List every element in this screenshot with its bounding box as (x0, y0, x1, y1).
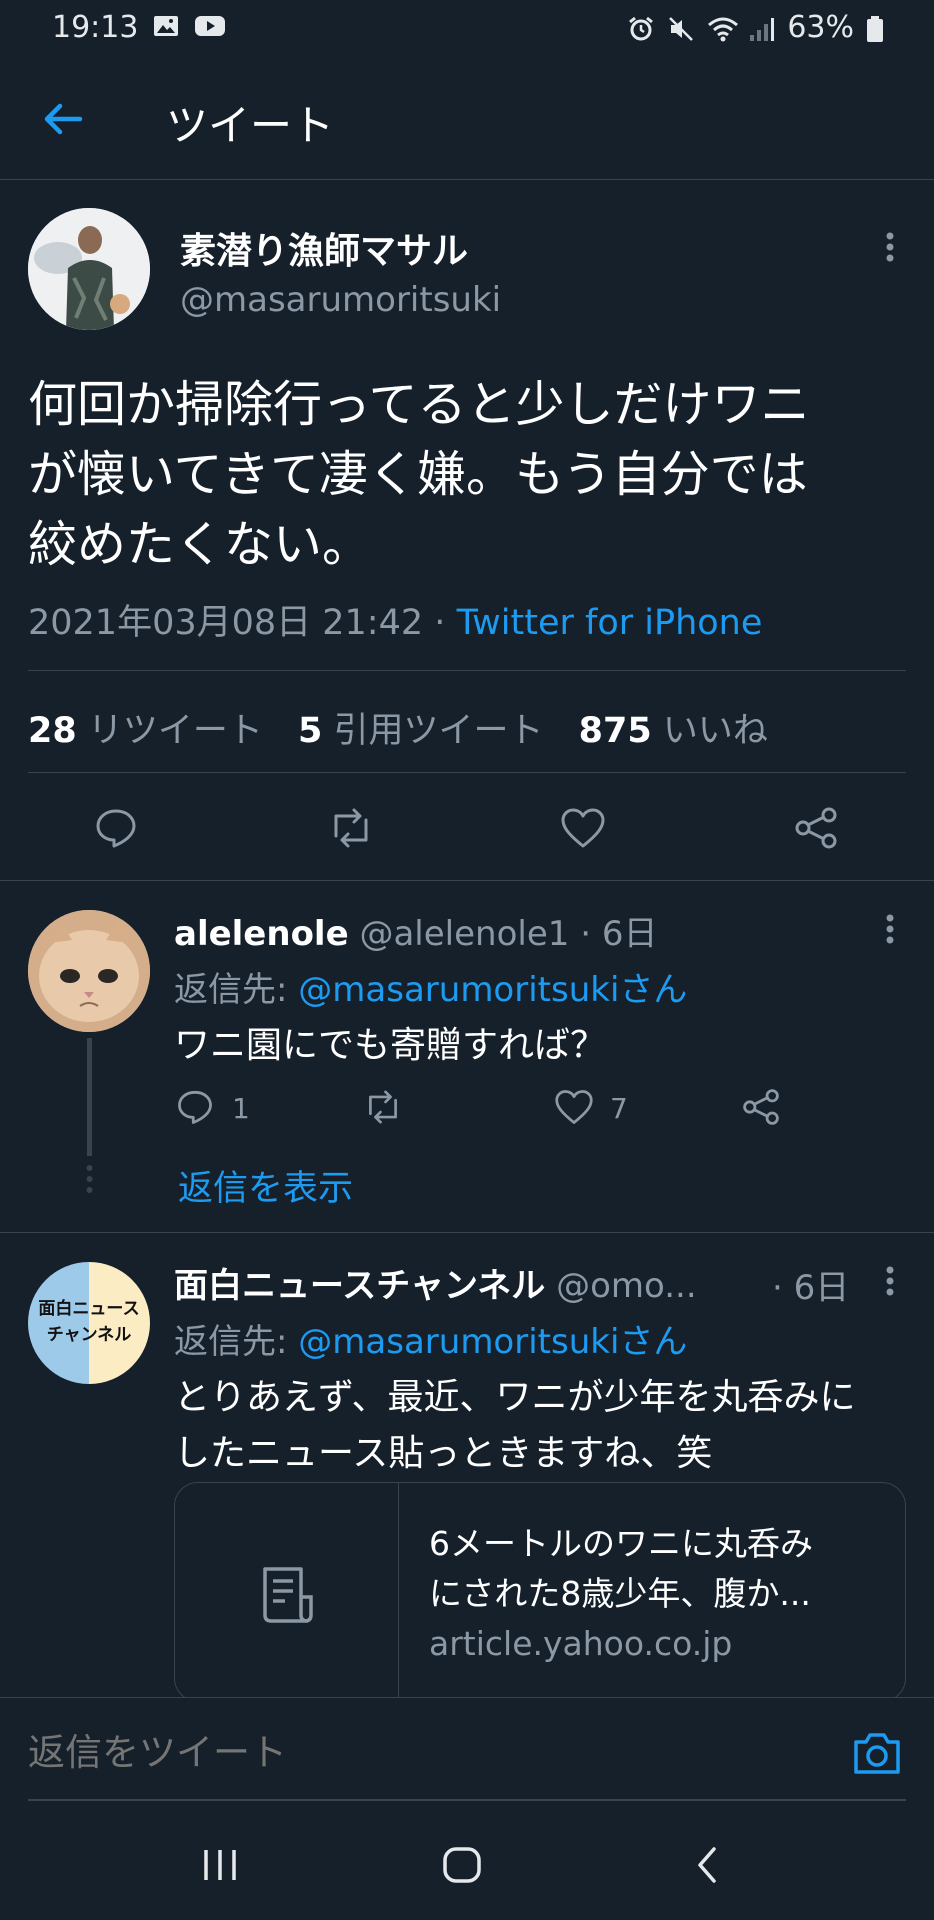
system-navigation-bar (0, 1810, 934, 1920)
tweet-meta: 2021年03月08日 21:42 · Twitter for iPhone (28, 594, 762, 645)
reply-author-avatar[interactable] (28, 910, 150, 1032)
likes-stat[interactable]: 875 いいね (579, 711, 768, 751)
status-bar: 19:13 63% (0, 0, 934, 56)
author-avatar[interactable] (28, 208, 150, 330)
back-arrow-icon[interactable] (40, 96, 86, 142)
reply-header: alelenole @alelenole1 · 6日 (174, 906, 657, 955)
reply-author-name[interactable]: 面白ニュースチャンネル (174, 1266, 545, 1306)
tweet-source-link[interactable]: Twitter for iPhone (457, 603, 763, 643)
tweet-more-options-icon[interactable] (880, 228, 900, 268)
share-icon[interactable] (794, 806, 838, 854)
author-handle[interactable]: @masarumoritsuki (180, 280, 501, 320)
reply-header: 面白ニュースチャンネル @omo... (174, 1258, 764, 1307)
thread-line (87, 1038, 92, 1156)
reply-author-name[interactable]: alelenole (174, 914, 349, 954)
show-replies-link[interactable]: 返信を表示 (178, 1160, 353, 1211)
battery-icon (866, 15, 884, 42)
tweet-text-line: 絞めたくない。 (28, 516, 372, 573)
reply-to-line: 返信先: @masarumoritsukiさん (174, 1314, 687, 1363)
top-app-bar: ツイート (0, 56, 934, 180)
retweet-icon[interactable] (326, 806, 376, 854)
alarm-icon (627, 15, 655, 41)
tweet-timestamp: 2021年03月08日 21:42 (28, 603, 424, 643)
quotes-count: 5 (298, 711, 323, 751)
tweet-text: 何回か掃除行ってると少しだけワニ が懐いてきて凄く嫌。もう自分では 絞めたくない… (28, 370, 908, 580)
reply-compose-input[interactable] (28, 1722, 808, 1782)
retweet-icon[interactable] (362, 1088, 404, 1130)
reply-to-mention[interactable]: @masarumoritsukiさん (298, 970, 687, 1010)
divider (0, 880, 934, 881)
retweets-stat[interactable]: 28 リツイート (28, 711, 274, 751)
thread-dots (85, 1164, 94, 1194)
reply-author-handle[interactable]: @alelenole1 (359, 914, 569, 954)
reply-age: · 6日 (772, 1268, 850, 1308)
recent-apps-icon[interactable] (200, 1848, 240, 1886)
reply-age: · 6日 (580, 914, 658, 954)
likes-label: いいね (662, 711, 768, 751)
retweets-label: リツイート (87, 711, 263, 751)
card-body: 6メートルのワニに丸呑み にされた8歳少年、腹か... article.yaho… (429, 1519, 813, 1669)
like-count: 7 (610, 1092, 628, 1125)
reply-to-line: 返信先: @masarumoritsukiさん (174, 962, 687, 1011)
back-icon[interactable] (694, 1846, 720, 1888)
author-name[interactable]: 素潜り漁師マサル (180, 222, 468, 274)
reply-to-mention[interactable]: @masarumoritsukiさん (298, 1322, 687, 1362)
like-heart-icon[interactable] (560, 806, 606, 854)
card-title-line: にされた8歳少年、腹か... (429, 1574, 811, 1613)
youtube-notification-icon (194, 12, 225, 38)
avatar-text-line: 面白ニュース (38, 1299, 140, 1319)
home-icon[interactable] (442, 1846, 482, 1888)
link-preview-card[interactable]: 6メートルのワニに丸呑み にされた8歳少年、腹か... article.yaho… (174, 1482, 906, 1702)
reply-author-avatar[interactable]: 面白ニュース チャンネル (28, 1262, 150, 1384)
share-icon[interactable] (742, 1088, 780, 1130)
signal-icon (747, 15, 775, 41)
article-icon (255, 1563, 319, 1631)
page-title: ツイート (166, 101, 335, 150)
reply-compose-bar (0, 1697, 934, 1809)
like-heart-icon[interactable] (554, 1088, 594, 1130)
mute-icon (667, 15, 695, 41)
camera-icon[interactable] (852, 1730, 902, 1780)
tweet-stats: 28 リツイート 5 引用ツイート 875 いいね (28, 702, 768, 753)
card-domain: article.yahoo.co.jp (429, 1624, 733, 1663)
reply-icon[interactable] (176, 1088, 214, 1130)
divider (28, 670, 906, 671)
compose-underline (28, 1799, 906, 1801)
avatar-text: 面白ニュース チャンネル (28, 1296, 150, 1348)
card-title-line: 6メートルのワニに丸呑み (429, 1524, 813, 1563)
reply-text-line: とりあえず、最近、ワニが少年を丸呑みに (174, 1377, 856, 1418)
reply-count: 1 (232, 1092, 250, 1125)
reply-author-handle[interactable]: @omo... (556, 1266, 697, 1306)
quotes-stat[interactable]: 5 引用ツイート (298, 711, 555, 751)
divider (28, 772, 906, 773)
battery-percentage: 63% (787, 10, 854, 45)
reply-more-options-icon[interactable] (880, 910, 900, 950)
reply-to-label: 返信先: (174, 970, 288, 1010)
avatar-text-line: チャンネル (46, 1325, 132, 1345)
reply-icon[interactable] (94, 806, 138, 854)
meta-separator: · (434, 603, 446, 643)
reply-to-label: 返信先: (174, 1322, 288, 1362)
likes-count: 875 (578, 711, 652, 751)
reply-more-options-icon[interactable] (880, 1262, 900, 1302)
card-thumbnail (175, 1483, 399, 1701)
tweet-text-line: が懐いてきて凄く嫌。もう自分では (28, 446, 808, 503)
retweets-count: 28 (28, 711, 77, 751)
divider (0, 1232, 934, 1233)
tweet-text-line: 何回か掃除行ってると少しだけワニ (28, 376, 810, 433)
status-time: 19:13 (52, 10, 139, 45)
wifi-icon (707, 15, 739, 41)
reply-text: とりあえず、最近、ワニが少年を丸呑みに したニュース貼っときますね、笑 (174, 1370, 855, 1482)
reply-text: ワニ園にでも寄贈すれば？ (174, 1025, 607, 1066)
gallery-notification-icon (152, 12, 180, 38)
reply-text-line: したニュース貼っときますね、笑 (174, 1433, 713, 1474)
quotes-label: 引用ツイート (333, 711, 544, 751)
